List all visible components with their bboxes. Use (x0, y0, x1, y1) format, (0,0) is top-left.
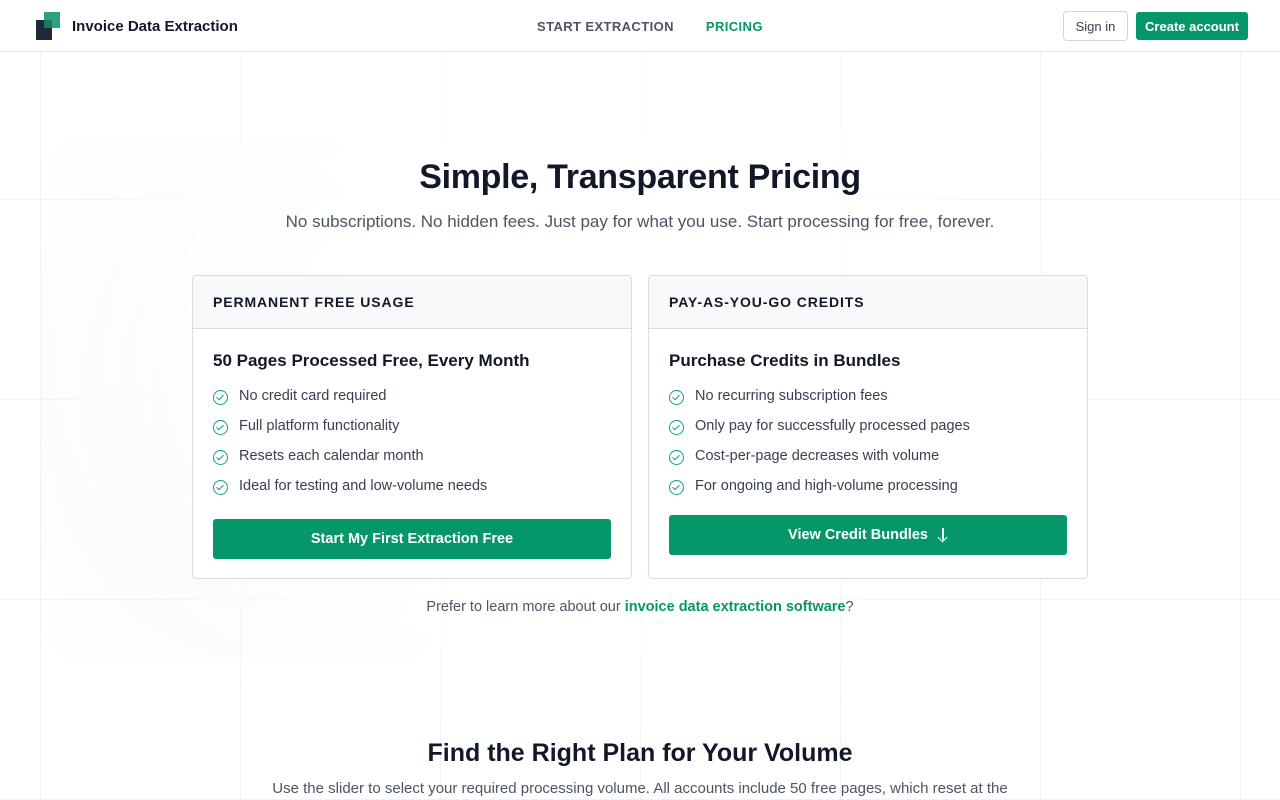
arrow-down-icon (938, 528, 948, 542)
plans-section-title: Find the Right Plan for Your Volume (427, 739, 853, 767)
feature-item: Full platform functionality (213, 418, 487, 448)
start-free-extraction-button[interactable]: Start My First Extraction Free (213, 519, 611, 559)
learn-more-prefix: Prefer to learn more about our (426, 599, 625, 615)
check-circle-icon (213, 450, 228, 465)
page-subtitle: No subscriptions. No hidden fees. Just p… (285, 212, 995, 231)
card-title: Purchase Credits in Bundles (669, 351, 901, 370)
check-circle-icon (213, 420, 228, 435)
brand-name: Invoice Data Extraction (72, 17, 238, 35)
feature-item: Ideal for testing and low-volume needs (213, 478, 487, 508)
nav-pricing[interactable]: PRICING (706, 19, 763, 34)
card-header: PAY-AS-YOU-GO CREDITS (649, 276, 1087, 329)
check-circle-icon (213, 480, 228, 495)
brand-link[interactable]: Invoice Data Extraction (36, 12, 238, 40)
feature-text: Ideal for testing and low-volume needs (239, 478, 488, 494)
view-credit-bundles-button[interactable]: View Credit Bundles (669, 515, 1067, 555)
feature-text: Full platform functionality (239, 418, 400, 434)
logo-icon (36, 12, 60, 40)
learn-more-suffix: ? (845, 599, 854, 615)
top-navbar: Invoice Data Extraction START EXTRACTION… (0, 0, 1280, 52)
create-account-button[interactable]: Create account (1136, 12, 1248, 40)
sign-in-button[interactable]: Sign in (1063, 11, 1128, 41)
feature-text: Only pay for successfully processed page… (695, 418, 970, 434)
page-title: Simple, Transparent Pricing (419, 158, 861, 196)
card-title: 50 Pages Processed Free, Every Month (213, 351, 530, 370)
feature-item: No recurring subscription fees (669, 388, 970, 418)
feature-item: Only pay for successfully processed page… (669, 418, 970, 448)
feature-text: Cost-per-page decreases with volume (695, 448, 940, 464)
check-circle-icon (213, 390, 228, 405)
button-label: View Credit Bundles (788, 527, 928, 543)
pay-as-you-go-card: PAY-AS-YOU-GO CREDITS Purchase Credits i… (648, 275, 1088, 579)
feature-item: For ongoing and high-volume processing (669, 478, 970, 508)
check-circle-icon (669, 450, 684, 465)
check-circle-icon (669, 480, 684, 495)
feature-item: Resets each calendar month (213, 448, 487, 478)
learn-more-text: Prefer to learn more about our invoice d… (0, 599, 1280, 615)
feature-item: No credit card required (213, 388, 487, 418)
feature-text: Resets each calendar month (239, 448, 424, 464)
software-link[interactable]: invoice data extraction software (625, 599, 846, 615)
main-nav: START EXTRACTION PRICING (537, 0, 763, 52)
feature-list: No credit card required Full platform fu… (213, 388, 487, 508)
check-circle-icon (669, 390, 684, 405)
nav-start-extraction[interactable]: START EXTRACTION (537, 19, 674, 34)
plans-section-subtitle: Use the slider to select your required p… (272, 780, 1008, 797)
button-label: Start My First Extraction Free (310, 531, 514, 547)
feature-item: Cost-per-page decreases with volume (669, 448, 970, 478)
check-circle-icon (669, 420, 684, 435)
feature-text: No recurring subscription fees (695, 388, 888, 404)
free-usage-card: PERMANENT FREE USAGE 50 Pages Processed … (192, 275, 632, 579)
feature-list: No recurring subscription fees Only pay … (669, 388, 970, 508)
card-header: PERMANENT FREE USAGE (193, 276, 631, 329)
feature-text: No credit card required (239, 388, 387, 404)
feature-text: For ongoing and high-volume processing (695, 478, 958, 494)
